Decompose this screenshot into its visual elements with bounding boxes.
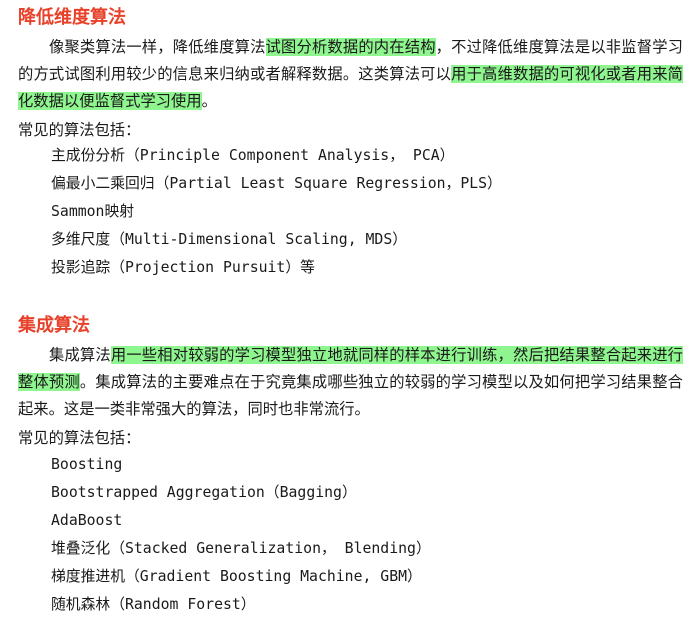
list-item: 梯度推进机（Gradient Boosting Machine, GBM）: [51, 568, 422, 585]
list-item: 主成份分析（Principle Component Analysis， PCA）: [51, 147, 455, 164]
paragraph-text: 集成算法: [49, 346, 111, 364]
section-title-dimensionality-reduction: 降低维度算法: [18, 7, 126, 28]
algorithm-list-dimensionality-reduction: 主成份分析（Principle Component Analysis， PCA）…: [51, 142, 502, 282]
list-item: 堆叠泛化（Stacked Generalization， Blending）: [51, 540, 431, 557]
paragraph-text: 。: [201, 92, 217, 110]
paragraph-text: 。集成算法的主要难点在于究竟集成哪些独立的较弱的学习模型以及如何把学习结果整合起…: [18, 373, 683, 418]
highlighted-text: 试图分析数据的内在结构: [265, 38, 436, 56]
article-page: 降低维度算法 像聚类算法一样，降低维度算法试图分析数据的内在结构，不过降低维度算…: [0, 0, 697, 619]
list-intro-dimensionality-reduction: 常见的算法包括：: [18, 121, 141, 139]
algorithm-list-ensemble: Boosting Bootstrapped Aggregation（Baggin…: [51, 451, 431, 619]
section-title-ensemble: 集成算法: [18, 315, 90, 336]
list-item: Sammon映射: [51, 203, 135, 220]
section-paragraph-ensemble: 集成算法用一些相对较弱的学习模型独立地就同样的样本进行训练，然后把结果整合起来进…: [18, 342, 683, 423]
list-intro-ensemble: 常见的算法包括：: [18, 429, 141, 447]
section-paragraph-dimensionality-reduction: 像聚类算法一样，降低维度算法试图分析数据的内在结构，不过降低维度算法是以非监督学…: [18, 34, 683, 115]
list-item: 随机森林（Random Forest）: [51, 596, 256, 613]
list-item: Boosting: [51, 456, 123, 473]
paragraph-text: 像聚类算法一样，降低维度算法: [49, 38, 266, 56]
list-item: AdaBoost: [51, 512, 123, 529]
list-item: 投影追踪（Projection Pursuit）等: [51, 259, 315, 276]
list-item: 多维尺度（Multi-Dimensional Scaling, MDS）: [51, 231, 408, 248]
list-item: 偏最小二乘回归（Partial Least Square Regression，…: [51, 175, 502, 192]
list-item: Bootstrapped Aggregation（Bagging）: [51, 484, 357, 501]
